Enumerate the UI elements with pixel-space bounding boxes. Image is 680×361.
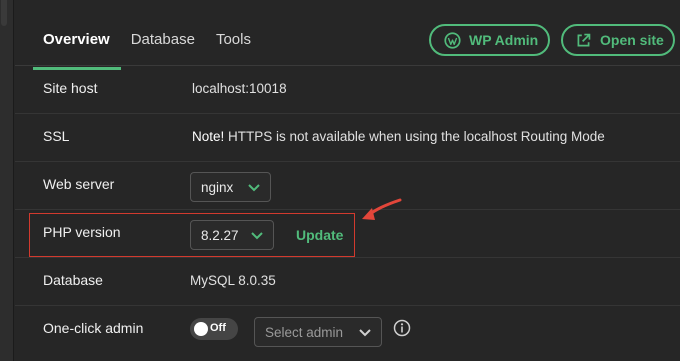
row-site-host: Site host localhost:10018 [15,66,680,114]
select-admin-placeholder: Select admin [265,324,344,340]
web-server-selected: nginx [201,179,234,195]
php-version-selected: 8.2.27 [201,227,239,243]
ssl-label: SSL [43,128,70,144]
toggle-state-label: Off [210,322,226,334]
left-sidebar-strip [0,0,14,361]
row-web-server: Web server nginx [15,162,680,210]
tab-tools[interactable]: Tools [216,31,251,69]
ssl-note-prefix: Note! [192,129,225,144]
open-site-button[interactable]: Open site [561,24,675,56]
tab-bar: Overview Database Tools [33,31,272,70]
ssl-note-text: HTTPS is not available when using the lo… [224,129,605,144]
site-host-label: Site host [43,80,98,96]
site-header: Overview Database Tools WP Admin Open si… [15,0,680,70]
site-host-value: localhost:10018 [192,81,287,96]
row-one-click-admin: One-click admin Off Select admin [15,306,680,354]
wp-admin-button[interactable]: WP Admin [429,24,550,56]
row-php-version: PHP version 8.2.27 Update [15,210,680,258]
web-server-select[interactable]: nginx [190,172,271,202]
row-ssl: SSL Note! HTTPS is not available when us… [15,114,680,162]
wordpress-icon [444,31,461,49]
database-label: Database [43,272,103,288]
database-value: MySQL 8.0.35 [190,273,276,288]
row-database: Database MySQL 8.0.35 [15,258,680,306]
select-admin-dropdown[interactable]: Select admin [254,317,382,347]
one-click-admin-label: One-click admin [43,320,144,336]
ssl-note: Note! HTTPS is not available when using … [192,129,605,144]
site-overview-panel: Overview Database Tools WP Admin Open si… [0,0,680,361]
open-site-label: Open site [600,32,664,48]
tab-database[interactable]: Database [131,31,195,69]
tab-overview[interactable]: Overview [33,31,121,70]
php-version-select[interactable]: 8.2.27 [190,220,274,250]
one-click-admin-toggle[interactable]: Off [190,318,238,340]
php-update-link[interactable]: Update [296,227,343,243]
external-link-icon [575,32,592,49]
chevron-down-icon [251,232,263,240]
php-version-label: PHP version [43,224,121,240]
info-icon[interactable] [393,319,411,337]
wp-admin-label: WP Admin [469,32,539,48]
chevron-down-icon [248,184,260,192]
chevron-down-icon [359,329,371,337]
toggle-knob [194,322,208,336]
web-server-label: Web server [43,176,115,192]
scroll-handle[interactable] [1,0,7,26]
annotation-arrow-icon [362,198,402,220]
